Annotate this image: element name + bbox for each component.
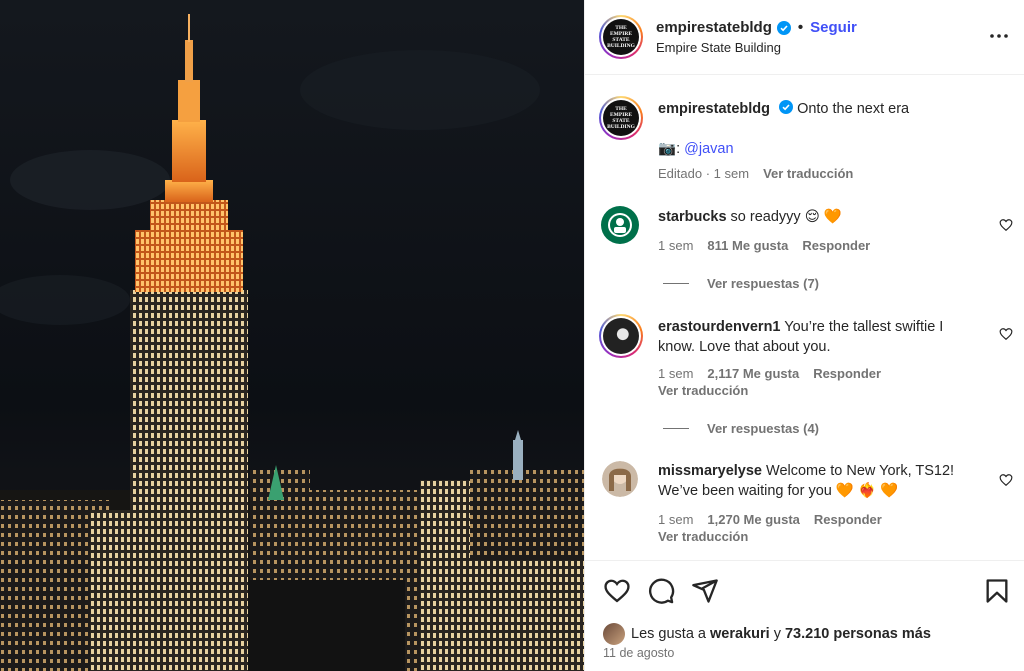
comment-text: so readyyy [730, 209, 801, 225]
separator-dot: • [797, 19, 804, 36]
comment-username[interactable]: starbucks [658, 209, 727, 225]
erastour-avatar[interactable] [599, 314, 643, 358]
post-date[interactable]: 11 de agosto [603, 646, 674, 660]
comment-emojis: 🧡 ❤️‍🔥 🧡 [835, 482, 899, 499]
esb-logo: THE EMPIRE STATE BUILDING [603, 19, 639, 55]
credit-handle-link[interactable]: @javan [684, 141, 733, 157]
replies-line [663, 428, 689, 429]
like-comment-heart-icon[interactable] [999, 218, 1013, 232]
starbucks-avatar[interactable] [599, 204, 641, 246]
caption-time[interactable]: 1 sem [714, 166, 749, 181]
comments-list[interactable]: THE EMPIRE STATE BUILDING empirestatebld… [585, 76, 1024, 560]
more-options-icon[interactable] [989, 26, 1009, 46]
missmaryelyse-avatar[interactable] [602, 461, 638, 497]
like-comment-heart-icon[interactable] [999, 327, 1013, 341]
replies-line [663, 283, 689, 284]
share-send-icon[interactable] [691, 577, 719, 605]
comment-likes[interactable]: 1,270 Me gusta [707, 512, 800, 527]
account-username[interactable]: empirestatebldg [656, 19, 772, 36]
likes-summary[interactable]: Les gusta a werakuri y 73.210 personas m… [603, 623, 931, 645]
reply-button[interactable]: Responder [813, 366, 881, 381]
post-location[interactable]: Empire State Building [656, 40, 781, 55]
comment-bubble-icon[interactable] [647, 577, 675, 605]
comment-translate-link[interactable]: Ver traducción [658, 383, 748, 398]
account-avatar[interactable]: THE EMPIRE STATE BUILDING [599, 15, 643, 59]
view-replies-button[interactable]: Ver respuestas (7) [663, 276, 819, 291]
like-comment-heart-icon[interactable] [999, 473, 1013, 487]
empire-state-night-photo [0, 0, 584, 671]
reply-button[interactable]: Responder [814, 512, 882, 527]
likes-joiner: y [773, 626, 781, 642]
likes-count[interactable]: 73.210 personas más [785, 626, 931, 642]
save-bookmark-icon[interactable] [983, 577, 1011, 605]
follow-button[interactable]: Seguir [810, 19, 857, 36]
caption-username[interactable]: empirestatebldg [658, 101, 770, 117]
comment-meta: 1 sem 2,117 Me gusta Responder [658, 366, 881, 381]
caption-translate-link[interactable]: Ver traducción [763, 166, 853, 181]
comment-emojis: 😌 🧡 [804, 209, 842, 225]
credit-prefix: : [676, 141, 681, 157]
comment-translate-link[interactable]: Ver traducción [658, 529, 748, 544]
comment-time[interactable]: 1 sem [658, 366, 693, 381]
liker-username[interactable]: werakuri [710, 626, 770, 642]
verified-badge-icon [776, 20, 791, 35]
post-detail-panel: THE EMPIRE STATE BUILDING empirestatebld… [584, 0, 1024, 671]
comment-username[interactable]: erastourdenvern1 [658, 319, 781, 335]
caption-meta: Editado · 1 sem Ver traducción [658, 166, 854, 181]
comment-meta: 1 sem 811 Me gusta Responder [658, 238, 870, 253]
edited-label: Editado [658, 166, 703, 181]
comment-meta: 1 sem 1,270 Me gusta Responder [658, 512, 882, 527]
likes-prefix: Les gusta a [631, 626, 706, 642]
comment-username[interactable]: missmaryelyse [658, 463, 762, 479]
caption-avatar[interactable]: THE EMPIRE STATE BUILDING [599, 96, 643, 140]
comment-likes[interactable]: 811 Me gusta [707, 238, 788, 253]
comment-likes[interactable]: 2,117 Me gusta [707, 366, 799, 381]
post-image[interactable] [0, 0, 584, 671]
liker-avatar [603, 623, 625, 645]
view-replies-button[interactable]: Ver respuestas (4) [663, 421, 819, 436]
comment-time[interactable]: 1 sem [658, 512, 693, 527]
verified-badge-icon [779, 100, 794, 114]
like-heart-icon[interactable] [603, 577, 631, 605]
post-header: THE EMPIRE STATE BUILDING empirestatebld… [585, 0, 1024, 75]
comment-time[interactable]: 1 sem [658, 238, 693, 253]
caption-text: Onto the next era [797, 101, 910, 117]
reply-button[interactable]: Responder [802, 238, 870, 253]
camera-icon: 📷 [658, 141, 677, 157]
